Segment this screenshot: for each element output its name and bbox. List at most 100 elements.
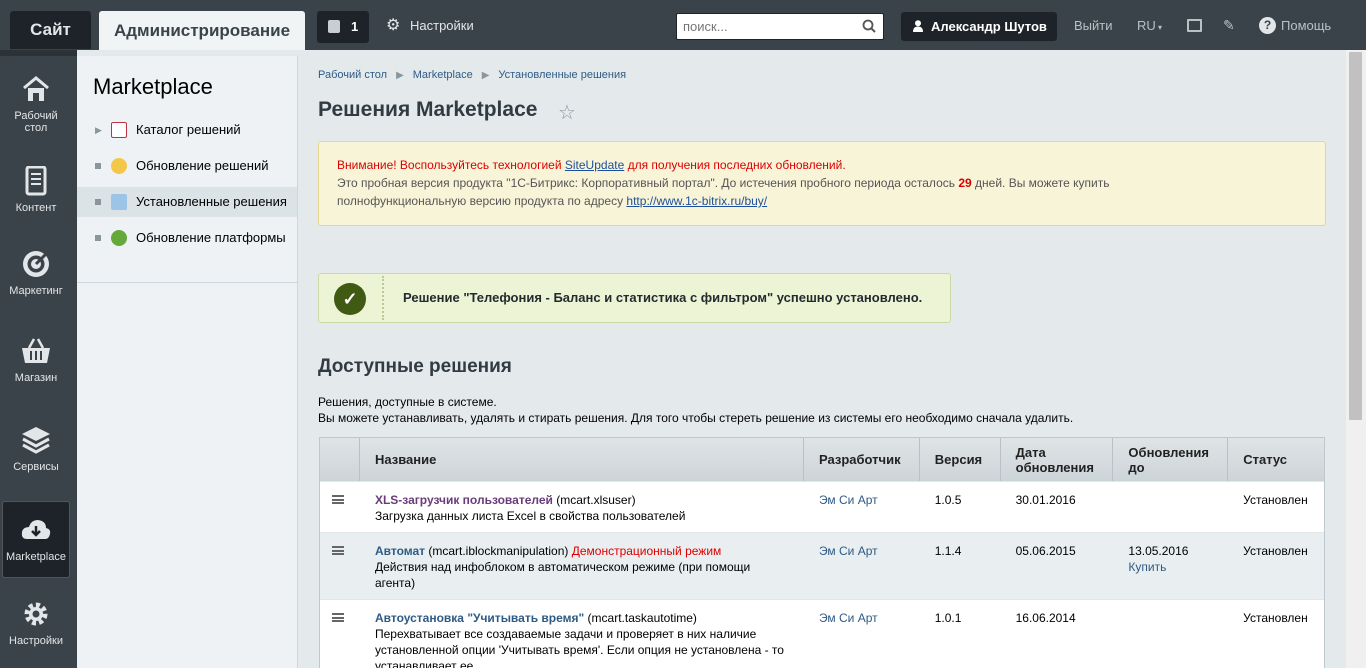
solution-description: Перехватывает все создаваемые задачи и п… xyxy=(374,627,784,668)
updates-until: 13.05.2016 xyxy=(1128,544,1189,558)
success-message: ✓ Решение "Телефония - Баланс и статисти… xyxy=(318,273,951,323)
logout-link[interactable]: Выйти xyxy=(1074,18,1113,33)
section-description: Решения, доступные в системе. Вы можете … xyxy=(318,394,1073,426)
header-version[interactable]: Версия xyxy=(920,438,1001,481)
user-button[interactable]: Александр Шутов xyxy=(901,12,1057,41)
menu-services[interactable]: Сервисы xyxy=(2,425,70,473)
version: 1.0.5 xyxy=(934,493,962,507)
header-date[interactable]: Дата обновления xyxy=(1001,438,1114,481)
submenu-title: Marketplace xyxy=(93,74,213,99)
menu-settings-label: Настройки xyxy=(9,635,63,647)
status: Установлен xyxy=(1243,544,1308,558)
siteupdate-link[interactable]: SiteUpdate xyxy=(565,158,624,172)
refresh-icon xyxy=(111,230,127,246)
keyboard-icon[interactable] xyxy=(1187,19,1202,32)
row-menu-icon[interactable] xyxy=(332,495,344,504)
menu-settings[interactable]: Настройки xyxy=(2,599,70,647)
description-line: Вы можете устанавливать, удалять и стира… xyxy=(318,411,1074,425)
breadcrumb-item[interactable]: Marketplace xyxy=(413,69,473,81)
menu-shop[interactable]: Магазин xyxy=(2,336,70,384)
language-label: RU xyxy=(1137,18,1156,33)
menu-content-label: Контент xyxy=(15,202,57,214)
admin-tab[interactable]: Администрирование xyxy=(99,11,305,50)
developer-link[interactable]: Эм Си Арт xyxy=(819,611,878,625)
buy-url-link[interactable]: http://www.1c-bitrix.ru/buy/ xyxy=(626,194,767,208)
pin-icon[interactable]: ✎ xyxy=(1223,17,1239,33)
version: 1.1.4 xyxy=(934,544,962,558)
submenu-item-installed[interactable]: Установленные решения xyxy=(77,187,297,217)
submenu-item-label: Каталог решений xyxy=(136,122,241,137)
bullet-icon xyxy=(95,163,101,169)
submenu-item-platform-update[interactable]: Обновление платформы xyxy=(77,223,297,253)
buy-link[interactable]: Купить xyxy=(1128,559,1213,575)
favorite-star-icon[interactable]: ☆ xyxy=(558,100,576,125)
help-label: Помощь xyxy=(1281,18,1332,33)
trial-text: Это пробная версия продукта "1С-Битрикс:… xyxy=(337,176,959,190)
notifications-button[interactable]: 1 xyxy=(317,11,369,43)
update-icon xyxy=(111,158,127,174)
menu-marketing[interactable]: Маркетинг xyxy=(2,249,70,297)
description-line: Решения, доступные в системе. xyxy=(318,395,497,409)
user-name: Александр Шутов xyxy=(931,19,1047,34)
solution-name[interactable]: Автоустановка "Учитывать время" xyxy=(375,611,584,625)
menu-desktop[interactable]: Рабочий стол xyxy=(2,74,70,134)
notifications-count: 1 xyxy=(351,19,359,34)
submenu-item-updates[interactable]: Обновление решений xyxy=(77,151,297,181)
scrollbar[interactable] xyxy=(1346,50,1366,668)
help-link[interactable]: ? Помощь xyxy=(1259,17,1331,35)
row-menu-icon[interactable] xyxy=(332,546,344,555)
language-select[interactable]: RU ▾ xyxy=(1137,18,1162,33)
success-text: Решение "Телефония - Баланс и статистика… xyxy=(403,290,923,305)
settings-link[interactable]: ⚙ Настройки xyxy=(386,16,474,36)
header-status[interactable]: Статус xyxy=(1228,438,1324,481)
trial-days: 29 xyxy=(958,176,972,190)
bullet-icon xyxy=(95,235,101,241)
breadcrumb-separator-icon: ▶ xyxy=(396,70,404,81)
solution-description: Действия над инфоблоком в автоматическом… xyxy=(374,560,751,590)
updates-until xyxy=(1113,482,1228,532)
update-date: 16.06.2014 xyxy=(1015,611,1076,625)
chevron-down-icon: ▾ xyxy=(1155,23,1163,32)
menu-marketplace-label: Marketplace xyxy=(6,551,66,563)
search-icon[interactable] xyxy=(862,19,876,33)
search-input[interactable] xyxy=(677,14,847,39)
solution-code: (mcart.xlsuser) xyxy=(552,493,636,507)
status: Установлен xyxy=(1243,493,1308,507)
row-menu-icon[interactable] xyxy=(332,613,344,622)
page-title: Решения Marketplace xyxy=(318,98,538,121)
expand-arrow-icon[interactable]: ▶ xyxy=(95,115,102,145)
settings-label: Настройки xyxy=(410,18,474,33)
warning-text: Внимание! Воспользуйтесь технологией xyxy=(337,158,565,172)
menu-content[interactable]: Контент xyxy=(2,166,70,214)
breadcrumb-item[interactable]: Установленные решения xyxy=(498,69,626,81)
table-row: Автомат (mcart.iblockmanipulation) Демон… xyxy=(320,532,1324,599)
submenu-item-label: Установленные решения xyxy=(136,194,287,209)
solution-name[interactable]: Автомат xyxy=(375,544,425,558)
help-icon: ? xyxy=(1259,17,1276,34)
gear-icon: ⚙ xyxy=(386,17,401,34)
menu-shop-label: Магазин xyxy=(14,372,58,384)
submenu-divider xyxy=(77,282,297,283)
menu-marketplace[interactable]: Marketplace xyxy=(2,501,70,578)
home-icon xyxy=(23,76,49,101)
checkmark-icon: ✓ xyxy=(334,283,366,315)
warning-text: для получения последних обновлений. xyxy=(624,158,846,172)
breadcrumb: Рабочий стол ▶ Marketplace ▶ Установленные р… xyxy=(318,69,626,81)
developer-link[interactable]: Эм Си Арт xyxy=(819,544,878,558)
submenu-item-catalog[interactable]: ▶ Каталог решений xyxy=(77,115,297,145)
version: 1.0.1 xyxy=(934,611,962,625)
update-date: 05.06.2015 xyxy=(1015,544,1076,558)
developer-link[interactable]: Эм Си Арт xyxy=(819,493,878,507)
user-icon xyxy=(913,20,923,32)
solution-name[interactable]: XLS-загрузчик пользователей xyxy=(375,493,553,507)
breadcrumb-item[interactable]: Рабочий стол xyxy=(318,69,387,81)
header-developer[interactable]: Разработчик xyxy=(804,438,920,481)
menu-services-label: Сервисы xyxy=(13,461,59,473)
header-name[interactable]: Название xyxy=(360,438,804,481)
cloud-download-icon xyxy=(21,520,51,539)
scrollbar-thumb[interactable] xyxy=(1349,52,1362,420)
header-updates-until[interactable]: Обновления до xyxy=(1113,438,1229,481)
site-tab[interactable]: Сайт xyxy=(10,11,91,49)
solution-code: (mcart.iblockmanipulation) xyxy=(425,544,572,558)
menu-marketing-label: Маркетинг xyxy=(9,285,63,297)
